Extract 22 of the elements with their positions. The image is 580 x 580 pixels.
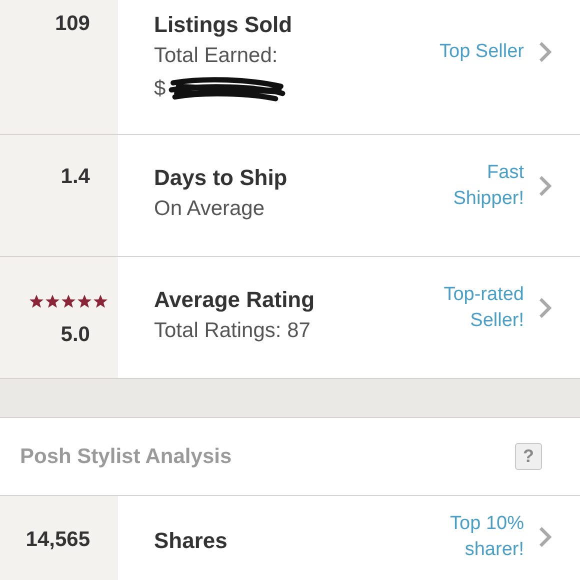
help-button[interactable]: ? <box>515 443 542 470</box>
stat-title: Shares <box>154 528 228 554</box>
stat-value: 109 <box>54 12 90 36</box>
currency-symbol: $ <box>154 77 166 101</box>
section-title: Posh Stylist Analysis <box>20 444 232 468</box>
chevron-right-icon[interactable] <box>538 174 552 196</box>
badge-link[interactable]: Top-rated Seller! <box>414 282 524 334</box>
stat-subtitle: Total Earned: <box>154 44 279 68</box>
chevron-right-icon[interactable] <box>538 296 552 318</box>
stat-title: Listings Sold <box>154 12 294 38</box>
badge-link[interactable]: Top 10% sharer! <box>414 510 524 562</box>
stat-subtitle: On Average <box>154 197 266 221</box>
badge-link[interactable]: Fast Shipper! <box>414 160 524 212</box>
badge-link[interactable]: Top Seller <box>414 39 524 65</box>
chevron-right-icon[interactable] <box>538 526 552 548</box>
chevron-right-icon[interactable] <box>538 41 552 63</box>
stat-subtitle: Total Ratings: 87 <box>154 319 312 343</box>
stat-value: 14,565 <box>26 528 90 552</box>
stat-title: Average Rating <box>154 287 316 313</box>
stat-value: 5.0 <box>60 323 90 347</box>
stat-title: Days to Ship <box>154 165 288 191</box>
stat-value: 1.4 <box>60 165 90 189</box>
